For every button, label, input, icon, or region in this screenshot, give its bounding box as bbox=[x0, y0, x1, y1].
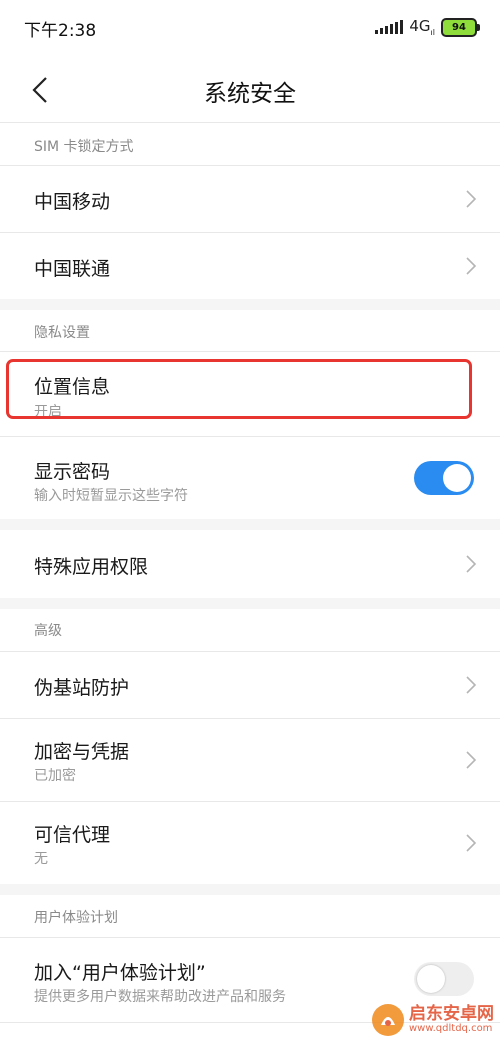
battery-level: 94 bbox=[441, 17, 477, 37]
watermark-url: www.qdltdq.com bbox=[409, 1023, 493, 1034]
list-item-show-password[interactable]: 显示密码 输入时短暂显示这些字符 bbox=[0, 437, 500, 519]
status-bar: 下午2:38 4Gıl 94 bbox=[0, 0, 500, 56]
list-item-title: 特殊应用权限 bbox=[34, 556, 149, 578]
network-type: 4Gıl bbox=[409, 17, 435, 37]
section-gap bbox=[0, 299, 500, 310]
list-item-title: 加密与凭据 bbox=[34, 741, 130, 763]
section-label-ux-plan: 用户体验计划 bbox=[34, 910, 118, 926]
section-gap bbox=[0, 598, 500, 609]
list-item-subtitle: 提供更多用户数据来帮助改进产品和服务 bbox=[34, 989, 286, 1005]
battery-icon: 94 bbox=[441, 17, 480, 37]
show-password-toggle[interactable] bbox=[414, 461, 474, 495]
divider bbox=[0, 122, 500, 123]
network-label: 4G bbox=[409, 17, 431, 35]
watermark-text: 启东安卓网 www.qdltdq.com bbox=[409, 1005, 494, 1035]
network-activity: ıl bbox=[430, 28, 435, 37]
list-item-trust-agents[interactable]: 可信代理 无 bbox=[0, 802, 500, 884]
watermark-name: 启东安卓网 bbox=[409, 1004, 494, 1024]
list-item-title: 加入“用户体验计划” bbox=[34, 962, 206, 984]
list-item-subtitle: 输入时短暂显示这些字符 bbox=[34, 488, 188, 504]
list-item-special-access[interactable]: 特殊应用权限 bbox=[0, 530, 500, 598]
section-label-sim-lock: SIM 卡锁定方式 bbox=[34, 139, 134, 155]
watermark: 启东安卓网 www.qdltdq.com bbox=[371, 1003, 494, 1037]
chevron-right-icon bbox=[466, 751, 477, 769]
chevron-right-icon bbox=[466, 257, 477, 275]
header: 系统安全 bbox=[0, 56, 500, 122]
chevron-right-icon bbox=[466, 190, 477, 208]
section-gap bbox=[0, 884, 500, 895]
list-item-title: 中国移动 bbox=[34, 191, 111, 213]
watermark-logo-icon bbox=[372, 1004, 404, 1036]
battery-cap bbox=[477, 23, 480, 31]
list-item-title: 中国联通 bbox=[34, 258, 111, 280]
highlight-box bbox=[6, 359, 472, 419]
status-indicators: 4Gıl 94 bbox=[375, 17, 480, 37]
toggle-knob bbox=[443, 464, 471, 492]
list-item-title: 伪基站防护 bbox=[34, 677, 130, 699]
section-label-advanced: 高级 bbox=[34, 623, 62, 639]
list-item-china-unicom[interactable]: 中国联通 bbox=[0, 233, 500, 299]
list-item-subtitle: 无 bbox=[34, 851, 48, 867]
list-item-subtitle: 已加密 bbox=[34, 768, 76, 784]
section-gap bbox=[0, 519, 500, 530]
list-item-china-mobile[interactable]: 中国移动 bbox=[0, 166, 500, 232]
status-time: 下午2:38 bbox=[24, 21, 97, 41]
list-item-encryption[interactable]: 加密与凭据 已加密 bbox=[0, 719, 500, 801]
toggle-knob bbox=[417, 965, 445, 993]
section-label-privacy: 隐私设置 bbox=[34, 325, 90, 341]
list-item-title: 显示密码 bbox=[34, 461, 111, 483]
list-item-fake-base-station[interactable]: 伪基站防护 bbox=[0, 652, 500, 718]
ux-plan-toggle[interactable] bbox=[414, 962, 474, 996]
page-title: 系统安全 bbox=[204, 81, 296, 107]
signal-icon bbox=[375, 20, 404, 34]
list-item-title: 可信代理 bbox=[34, 824, 111, 846]
chevron-right-icon bbox=[466, 834, 477, 852]
chevron-right-icon bbox=[466, 676, 477, 694]
chevron-right-icon bbox=[466, 555, 477, 573]
